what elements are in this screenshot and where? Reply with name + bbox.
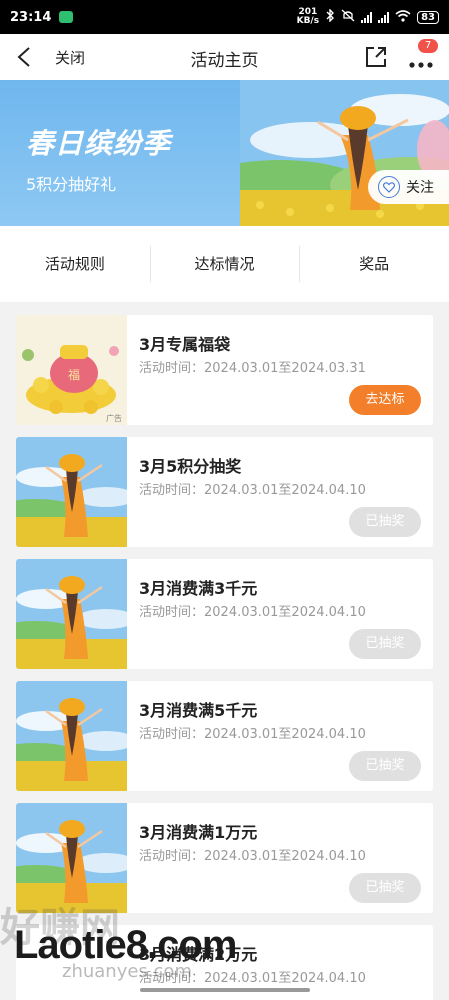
notification-badge: 7 bbox=[418, 39, 438, 53]
tab-status[interactable]: 达标情况 bbox=[149, 246, 300, 282]
tab-prizes[interactable]: 奖品 bbox=[299, 246, 449, 282]
activity-card[interactable]: 3月消费满5千元 活动时间：2024.03.01至2024.04.10 已抽奖 bbox=[16, 681, 433, 791]
share-icon[interactable] bbox=[364, 45, 388, 69]
bluetooth-icon bbox=[325, 8, 335, 25]
card-time: 活动时间：2024.03.01至2024.04.10 bbox=[139, 483, 366, 498]
drawn-button[interactable]: 已抽奖 bbox=[349, 629, 421, 659]
more-options-icon[interactable] bbox=[408, 54, 434, 68]
card-time: 活动时间：2024.03.01至2024.04.10 bbox=[139, 605, 366, 620]
card-title: 3月消费满1万元 bbox=[139, 823, 258, 842]
card-title: 3月专属福袋 bbox=[139, 335, 231, 354]
campaign-banner: 春日缤纷季 5积分抽好礼 关注 bbox=[0, 80, 449, 226]
heart-icon bbox=[378, 176, 400, 198]
card-time: 活动时间：2024.03.01至2024.03.31 bbox=[139, 361, 366, 376]
watermark-domain: zhuanyes.com bbox=[62, 961, 192, 982]
go-qualify-button[interactable]: 去达标 bbox=[349, 385, 421, 415]
activity-card[interactable]: 福 广告 3月专属福袋 活动时间：2024.03.01至2024.03.31 去… bbox=[16, 315, 433, 425]
battery-indicator: 83 bbox=[417, 10, 439, 24]
follow-button[interactable]: 关注 bbox=[368, 170, 449, 204]
lucky-bag-thumbnail: 福 广告 bbox=[16, 315, 127, 425]
home-indicator[interactable] bbox=[140, 988, 310, 992]
spring-girl-thumbnail bbox=[16, 681, 127, 791]
tab-bar: 活动规则 达标情况 奖品 bbox=[0, 226, 449, 302]
card-time: 活动时间：2024.03.01至2024.04.10 bbox=[139, 727, 366, 742]
follow-label: 关注 bbox=[406, 180, 434, 196]
status-bar: 23:14 201 KB/s 83 bbox=[0, 0, 449, 34]
nav-bar: 关闭 活动主页 7 bbox=[0, 34, 449, 80]
drawn-button[interactable]: 已抽奖 bbox=[349, 751, 421, 781]
status-icons: 201 KB/s 83 bbox=[297, 8, 439, 26]
drawn-button[interactable]: 已抽奖 bbox=[349, 507, 421, 537]
card-time: 活动时间：2024.03.01至2024.04.10 bbox=[139, 849, 366, 864]
tab-rules[interactable]: 活动规则 bbox=[0, 246, 150, 282]
card-title: 3月消费满5千元 bbox=[139, 701, 258, 720]
card-title: 3月5积分抽奖 bbox=[139, 457, 242, 476]
signal-icon-1 bbox=[361, 11, 373, 23]
watermark: 好赚网 Laotie8.com zhuanyes.com bbox=[0, 895, 262, 995]
ad-label: 广告 bbox=[106, 413, 122, 423]
network-speed: 201 KB/s bbox=[297, 8, 319, 26]
status-time: 23:14 bbox=[10, 9, 52, 25]
banner-illustration bbox=[240, 80, 449, 226]
activity-card[interactable]: 3月5积分抽奖 活动时间：2024.03.01至2024.04.10 已抽奖 bbox=[16, 437, 433, 547]
wifi-icon bbox=[395, 9, 411, 25]
mute-icon bbox=[341, 9, 355, 25]
drawn-button[interactable]: 已抽奖 bbox=[349, 873, 421, 903]
app-notification-icon bbox=[59, 11, 74, 23]
network-speed-unit: KB/s bbox=[296, 16, 320, 26]
banner-title: 春日缤纷季 bbox=[26, 127, 172, 160]
card-title: 3月消费满3千元 bbox=[139, 579, 258, 598]
spring-girl-thumbnail bbox=[16, 437, 127, 547]
fu-character: 福 bbox=[68, 367, 80, 382]
banner-subtitle: 5积分抽好礼 bbox=[26, 175, 117, 194]
spring-girl-thumbnail bbox=[16, 559, 127, 669]
activity-card[interactable]: 3月消费满3千元 活动时间：2024.03.01至2024.04.10 已抽奖 bbox=[16, 559, 433, 669]
signal-icon-2 bbox=[378, 11, 390, 23]
